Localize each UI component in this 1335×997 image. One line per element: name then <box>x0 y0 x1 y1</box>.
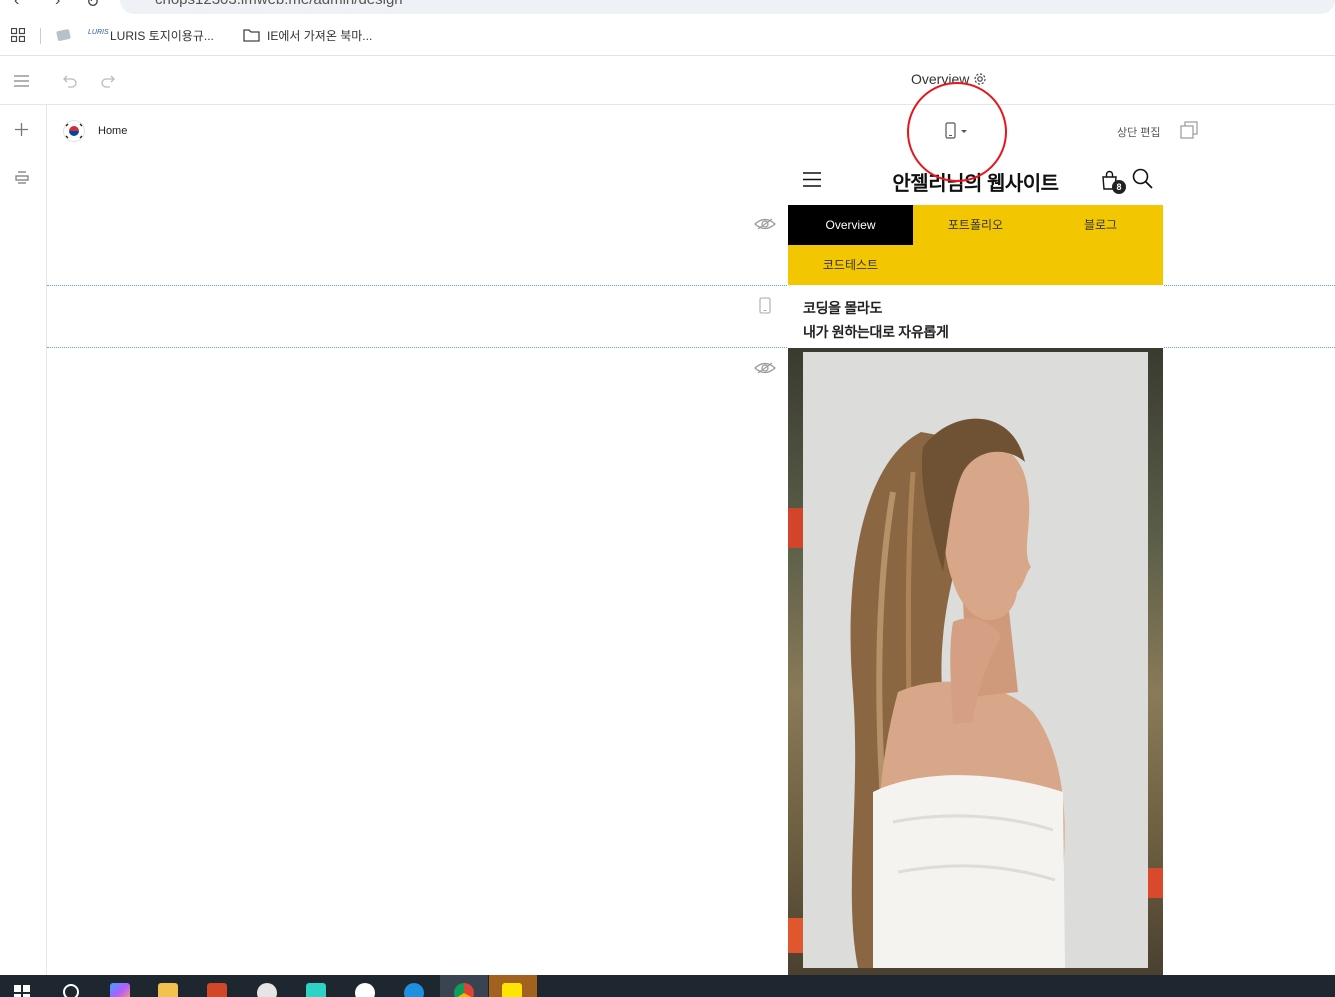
edge-icon[interactable] <box>404 983 424 997</box>
redo-icon[interactable] <box>100 72 116 88</box>
editor-toolbar: Overview <box>0 56 1335 105</box>
bookmark-app-icon[interactable] <box>56 27 72 43</box>
bookmark-luris[interactable]: LURIS 토지이용규... <box>110 27 214 44</box>
undo-icon[interactable] <box>62 72 78 88</box>
copilot-icon[interactable] <box>110 983 130 997</box>
file-explorer-icon[interactable] <box>158 983 178 997</box>
annotation-circle <box>907 82 1007 182</box>
flower-accent-3 <box>788 918 803 953</box>
flower-accent-2 <box>1148 868 1163 898</box>
luris-logo-icon: LURIS <box>88 29 109 36</box>
model-photo <box>803 352 1148 968</box>
gear-icon[interactable] <box>973 72 987 86</box>
mobile-preview: 안젤리님의 웹사이트 8 Overview 포트폴리오 블로그 코드테스트 코딩… <box>788 156 1163 976</box>
tagline-line-2: 내가 원하는대로 자유롭게 <box>803 324 949 340</box>
forward-icon[interactable]: › <box>55 0 60 10</box>
tagline-line-1: 코딩을 몰라도 <box>803 300 883 316</box>
url-text[interactable]: cnops12303.imweb.me/admin/design <box>155 0 403 8</box>
app-circle-icon[interactable] <box>355 983 375 997</box>
add-section-icon[interactable] <box>15 123 28 136</box>
powerpoint-icon[interactable] <box>207 983 227 997</box>
tagline-section[interactable]: 코딩을 몰라도 내가 원하는대로 자유롭게 <box>788 286 1163 348</box>
nav-item-codetest[interactable]: 코드테스트 <box>788 245 913 285</box>
mobile-only-icon[interactable] <box>759 297 771 314</box>
bookmark-ie-folder[interactable]: IE에서 가져온 북마... <box>267 27 372 44</box>
woman-profile-illustration <box>850 418 1065 968</box>
apps-grid-icon[interactable] <box>11 28 25 42</box>
left-rail <box>0 105 47 975</box>
taskbar-search-icon[interactable] <box>62 983 82 997</box>
folder-icon[interactable] <box>243 28 260 42</box>
flower-accent <box>788 508 803 548</box>
chrome-icon[interactable] <box>454 983 474 997</box>
nav-item-blog[interactable]: 블로그 <box>1038 205 1163 245</box>
header-edit-label[interactable]: 상단 편집 <box>1117 124 1161 140</box>
app-mascot-icon[interactable] <box>257 983 277 997</box>
cart-count-badge: 8 <box>1112 180 1126 194</box>
os-taskbar <box>0 975 1335 997</box>
bookmarks-bar: LURIS LURIS 토지이용규... IE에서 가져온 북마... <box>0 16 1335 56</box>
page-selector-label[interactable]: Home <box>98 125 127 137</box>
browser-address-strip: ‹ › ↻ cnops12303.imweb.me/admin/design <box>0 0 1335 16</box>
hero-image-section[interactable] <box>788 348 1163 976</box>
reload-icon[interactable]: ↻ <box>86 0 99 12</box>
copy-icon[interactable] <box>1180 121 1198 139</box>
search-icon[interactable] <box>1132 168 1153 189</box>
back-icon[interactable]: ‹ <box>14 0 19 10</box>
bookmarks-divider <box>40 28 41 44</box>
site-nav: Overview 포트폴리오 블로그 코드테스트 <box>788 205 1163 285</box>
windows-start-icon[interactable] <box>14 985 30 997</box>
visibility-eye-icon-2[interactable] <box>754 361 776 375</box>
app-v-icon[interactable] <box>306 983 326 997</box>
korea-flag-icon <box>63 120 85 142</box>
layers-icon[interactable] <box>15 170 29 184</box>
kakaotalk-icon[interactable] <box>502 983 522 997</box>
visibility-eye-icon[interactable] <box>754 217 776 231</box>
nav-item-portfolio[interactable]: 포트폴리오 <box>913 205 1038 245</box>
nav-item-overview[interactable]: Overview <box>788 205 913 245</box>
menu-icon[interactable] <box>14 75 29 87</box>
